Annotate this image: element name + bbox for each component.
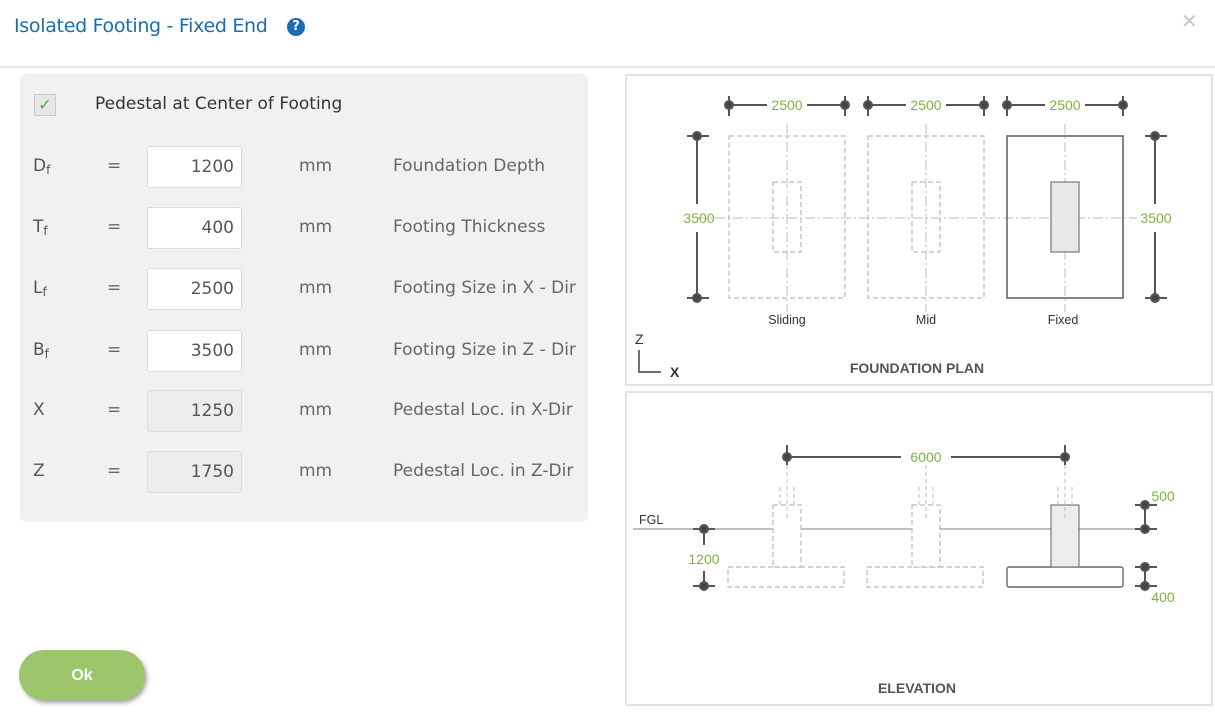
ok-button[interactable]: Ok	[19, 650, 145, 700]
field-symbol-sub: f	[46, 163, 51, 177]
field-description: Pedestal Loc. in X-Dir	[393, 400, 573, 420]
question-circle-icon[interactable]: ?	[287, 18, 305, 36]
field-row-x: X = mm Pedestal Loc. in X-Dir	[20, 390, 588, 432]
field-description: Footing Size in X - Dir	[393, 278, 576, 298]
dialog-title: Isolated Footing - Fixed End	[14, 15, 268, 37]
field-row-tf: Tf = mm Footing Thickness	[20, 207, 588, 249]
plan-label-fixed: Fixed	[1048, 313, 1079, 327]
field-symbol: Tf	[33, 217, 48, 238]
fgl-label: FGL	[639, 513, 663, 527]
field-symbol: X	[33, 400, 45, 421]
pedestal-center-checkbox[interactable]: ✓	[34, 94, 56, 116]
field-row-lf: Lf = mm Footing Size in X - Dir	[20, 268, 588, 310]
elev-dim-pedestal: 500	[1151, 488, 1175, 504]
elev-footing-sliding	[727, 566, 845, 588]
equals-sign: =	[107, 340, 122, 360]
field-input-x	[147, 390, 242, 432]
plan-title: FOUNDATION PLAN	[850, 360, 984, 376]
field-symbol-main: B	[33, 340, 45, 360]
input-panel: ✓ Pedestal at Center of Footing Df = mm Fou…	[20, 74, 588, 522]
foundation-plan-svg: 2500 2500 2500 3500 3500 Sliding Mid Fix…	[635, 96, 1172, 380]
equals-sign: =	[107, 156, 122, 176]
field-symbol-main: T	[33, 217, 44, 237]
plan-dim-width-sliding: 2500	[771, 97, 802, 113]
plan-dim-width-mid: 2500	[910, 97, 941, 113]
elev-dim-span: 6000	[910, 449, 941, 465]
field-description: Foundation Depth	[393, 156, 546, 176]
field-unit: mm	[299, 278, 333, 298]
field-description: Pedestal Loc. in Z-Dir	[393, 461, 574, 481]
field-row-z: Z = mm Pedestal Loc. in Z-Dir	[20, 451, 588, 493]
field-symbol-sub: f	[42, 285, 47, 299]
axis-indicator: Z X	[635, 331, 680, 380]
field-symbol-main: D	[33, 156, 47, 176]
field-symbol: Bf	[33, 340, 49, 361]
equals-sign: =	[107, 400, 122, 420]
field-input-df[interactable]	[147, 146, 242, 188]
field-description: Footing Thickness	[393, 217, 546, 237]
field-description: Footing Size in Z - Dir	[393, 340, 576, 360]
elev-dim-thickness: 400	[1151, 589, 1175, 605]
plan-dim-height-right: 3500	[1140, 210, 1171, 226]
elevation-svg: FGL 6000 1200 500 400 ELEVATION	[633, 445, 1175, 696]
plan-dim-height-left: 3500	[683, 210, 714, 226]
field-input-bf[interactable]	[147, 330, 242, 372]
field-row-bf: Bf = mm Footing Size in Z - Dir	[20, 330, 588, 372]
plan-pedestal-fixed	[1050, 181, 1080, 253]
field-symbol-sub: f	[43, 224, 48, 238]
field-input-z	[147, 451, 242, 493]
plan-dim-width-fixed: 2500	[1049, 97, 1080, 113]
field-symbol-sub: f	[44, 347, 49, 361]
field-symbol: Z	[33, 461, 45, 482]
close-x-icon[interactable]: ✕	[1181, 9, 1198, 33]
elevation-figure: FGL 6000 1200 500 400 ELEVATION	[625, 391, 1213, 706]
pedestal-center-label: Pedestal at Center of Footing	[95, 94, 343, 114]
field-symbol-main: Z	[33, 461, 45, 481]
field-unit: mm	[299, 340, 333, 360]
field-unit: mm	[299, 461, 333, 481]
elev-footing-mid	[866, 566, 984, 588]
foundation-plan-figure: 2500 2500 2500 3500 3500 Sliding Mid Fix…	[625, 74, 1213, 386]
plan-label-mid: Mid	[916, 313, 936, 327]
equals-sign: =	[107, 461, 122, 481]
field-row-df: Df = mm Foundation Depth	[20, 146, 588, 188]
field-symbol: Df	[33, 156, 50, 177]
plan-label-sliding: Sliding	[768, 313, 806, 327]
dialog-header: Isolated Footing - Fixed End ? ✕	[0, 0, 1215, 68]
field-input-tf[interactable]	[147, 207, 242, 249]
field-unit: mm	[299, 217, 333, 237]
elev-dim-depth: 1200	[688, 551, 719, 567]
field-unit: mm	[299, 156, 333, 176]
field-input-lf[interactable]	[147, 268, 242, 310]
field-unit: mm	[299, 400, 333, 420]
equals-sign: =	[107, 278, 122, 298]
elevation-title: ELEVATION	[878, 680, 956, 696]
axis-z-label: Z	[635, 331, 644, 347]
field-symbol: Lf	[33, 278, 47, 299]
plan-width-dims	[687, 96, 1167, 303]
field-symbol-main: X	[33, 400, 45, 420]
axis-x-label: X	[670, 364, 680, 380]
equals-sign: =	[107, 217, 122, 237]
elev-footing-fixed	[1006, 566, 1124, 588]
